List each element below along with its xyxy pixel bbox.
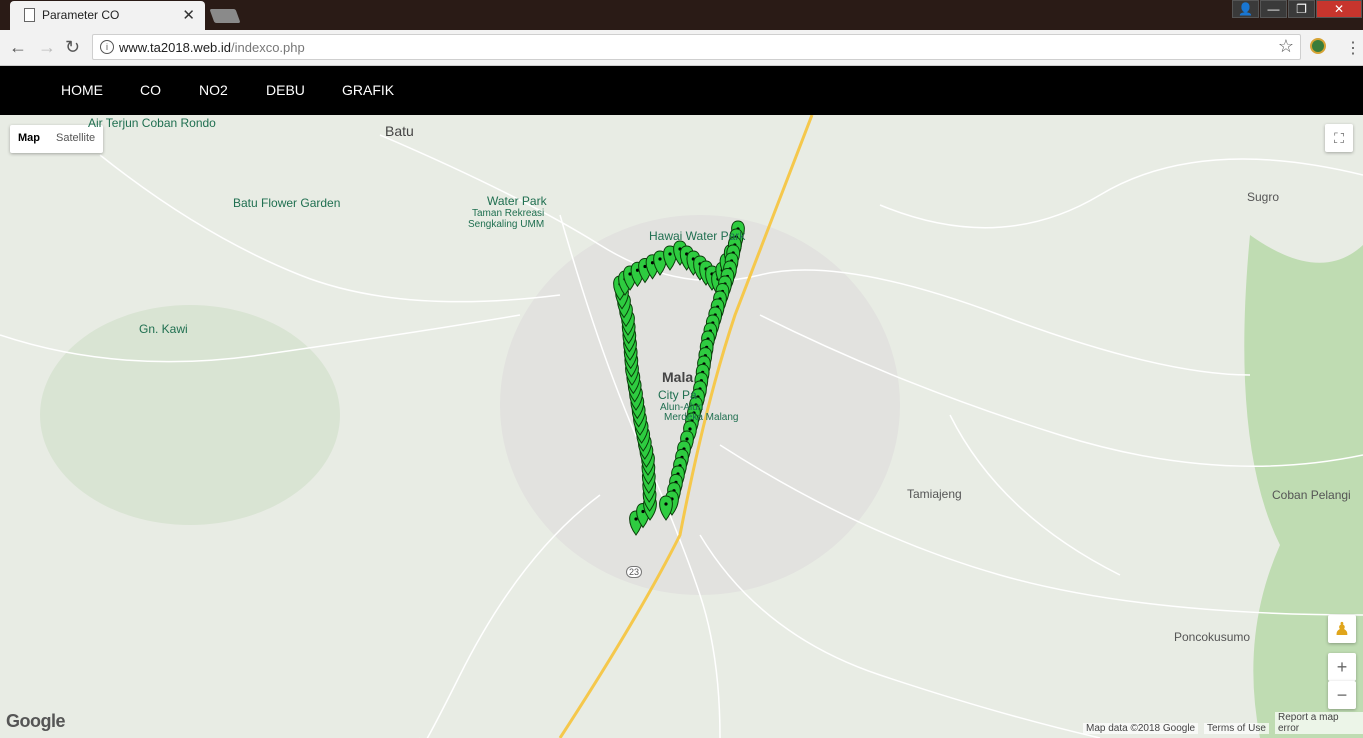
reload-icon[interactable]: ↻: [65, 37, 80, 58]
minimize-button[interactable]: —: [1260, 0, 1287, 18]
map-label-flower-garden: Batu Flower Garden: [233, 196, 341, 210]
route-shield: 23: [626, 566, 643, 578]
terms-link[interactable]: Terms of Use: [1204, 723, 1269, 734]
map-label-coban-rondo: Air Terjun Coban Rondo: [88, 116, 216, 130]
url-host: www.ta2018.web.id: [119, 40, 232, 55]
map-label-merdeka: Merdeka Malang: [664, 412, 739, 423]
address-bar[interactable]: i www.ta2018.web.id/indexco.php ☆: [92, 34, 1301, 60]
map-marker-dot: [634, 517, 638, 521]
map-label-batu: Batu: [385, 123, 414, 139]
map-marker-dot: [668, 252, 672, 256]
maximize-button[interactable]: ❐: [1288, 0, 1315, 18]
map-label-kawi: Gn. Kawi: [139, 322, 188, 336]
browser-tab[interactable]: Parameter CO ✕: [10, 1, 205, 30]
extension-icon[interactable]: [1310, 38, 1326, 54]
profile-icon[interactable]: 👤: [1232, 0, 1259, 18]
zoom-out-button[interactable]: −: [1328, 681, 1356, 709]
map-data-attribution: Map data ©2018 Google: [1083, 723, 1199, 734]
map-label-city-park: City Pa: [658, 388, 697, 402]
back-icon[interactable]: ←: [9, 37, 27, 58]
map-label-taman-rekreasi: Taman Rekreasi: [472, 208, 545, 219]
tab-strip: Parameter CO ✕ 👤 — ❐ ✕: [0, 0, 1363, 30]
map-canvas: [0, 115, 1363, 738]
map-marker-dot: [658, 257, 662, 261]
map-label-tamiajeng: Tamiajeng: [907, 487, 962, 501]
pegman-icon[interactable]: ♟: [1328, 615, 1356, 643]
map-marker-dot: [641, 509, 645, 514]
report-error-link[interactable]: Report a map error: [1275, 712, 1363, 734]
site-navbar: HOME CO NO2 DEBU GRAFIK: [0, 66, 1363, 115]
nav-no2[interactable]: NO2: [199, 82, 228, 98]
map-type-map[interactable]: Map: [10, 125, 48, 153]
nav-grafik[interactable]: GRAFIK: [342, 82, 394, 98]
menu-icon[interactable]: ⋮: [1345, 38, 1361, 58]
forward-icon[interactable]: →: [38, 37, 56, 58]
nav-debu[interactable]: DEBU: [266, 82, 305, 98]
map-label-sugro: Sugro: [1247, 190, 1280, 204]
map-label-malang: Mala: [662, 369, 694, 385]
nav-co[interactable]: CO: [140, 82, 161, 98]
browser-toolbar: ← → ↻ i www.ta2018.web.id/indexco.php ☆ …: [0, 30, 1363, 66]
google-map[interactable]: Map Satellite ⛶ ♟ + − Batu Air Terjun Co…: [0, 115, 1363, 738]
mountain-shade: [40, 305, 340, 525]
map-label-sengkaling: Sengkaling UMM: [468, 219, 545, 230]
bookmark-star-icon[interactable]: ☆: [1278, 36, 1294, 57]
window-close-button[interactable]: ✕: [1316, 0, 1362, 18]
map-label-hawai: Hawai Water Park: [649, 229, 746, 243]
zoom-in-button[interactable]: +: [1328, 653, 1356, 681]
fullscreen-icon[interactable]: ⛶: [1325, 124, 1353, 152]
url-path: /indexco.php: [231, 40, 305, 55]
map-marker-dot: [685, 437, 689, 441]
map-marker-dot: [664, 502, 668, 506]
map-label-coban-pelangi: Coban Pelangi: [1272, 488, 1351, 502]
nav-home[interactable]: HOME: [61, 82, 103, 98]
page-icon: [24, 8, 35, 22]
map-label-poncokusumo: Poncokusumo: [1174, 630, 1251, 644]
info-icon[interactable]: i: [100, 40, 114, 54]
new-tab-button[interactable]: [209, 9, 241, 23]
close-tab-icon[interactable]: ✕: [182, 6, 195, 24]
map-label-water-park: Water Park: [487, 194, 547, 208]
url-text: www.ta2018.web.id/indexco.php: [119, 40, 305, 55]
tab-title: Parameter CO: [42, 8, 120, 22]
map-marker-dot: [688, 427, 692, 431]
google-logo: Google: [6, 711, 66, 731]
